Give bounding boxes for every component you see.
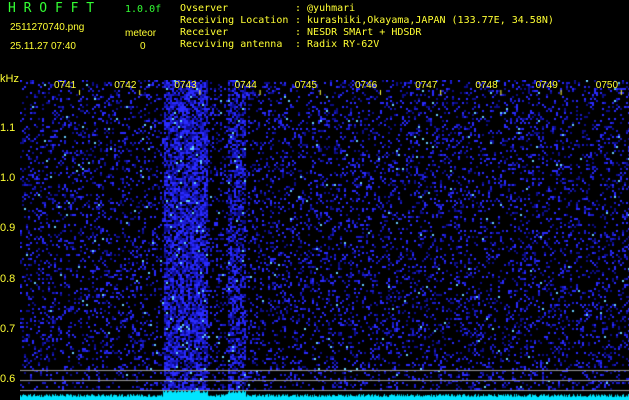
receiver-label: Receiver bbox=[180, 27, 229, 38]
y-axis-unit: kHz bbox=[0, 73, 19, 85]
y-tick-label: 0.9 bbox=[0, 222, 16, 235]
y-tick-label: 0.8 bbox=[0, 272, 16, 285]
app-title: H R O F F T bbox=[8, 1, 95, 16]
y-tick-label: 0.6 bbox=[0, 373, 16, 385]
app-version: 1.0.0f bbox=[125, 4, 162, 15]
x-tick-label: 0747 bbox=[415, 80, 438, 91]
x-tick-label: 0750 bbox=[595, 80, 619, 91]
x-tick-label: 0746 bbox=[355, 80, 378, 91]
meteor-label: meteor bbox=[125, 28, 157, 39]
capture-datetime: 25.11.27 07:40 bbox=[10, 41, 76, 52]
x-tick-label: 0743 bbox=[174, 80, 197, 91]
observer-label: Ovserver bbox=[180, 3, 229, 14]
x-tick-label: 0744 bbox=[234, 80, 257, 91]
receiver-value: : NESDR SMArt + HDSDR bbox=[295, 27, 422, 38]
meteor-count: 0 bbox=[140, 41, 146, 52]
location-label: Receiving Location bbox=[180, 15, 289, 26]
hrofft-window: H R O F F T 1.0.0f 2511270740.png 25.11.… bbox=[0, 0, 629, 400]
location-value: : kurashiki,Okayama,JAPAN (133.77E, 34.5… bbox=[295, 15, 554, 26]
file-name: 2511270740.png bbox=[10, 22, 85, 33]
x-tick-label: 0742 bbox=[114, 80, 137, 91]
y-tick-label: 1.1 bbox=[0, 122, 16, 134]
y-tick-label: 1.0 bbox=[0, 172, 16, 185]
waterfall-spectrogram bbox=[20, 80, 629, 400]
antenna-value: : Radix RY-62V bbox=[295, 39, 380, 50]
antenna-label: Recviving antenna bbox=[180, 39, 283, 50]
x-tick-label: 0741 bbox=[54, 80, 77, 91]
x-tick-label: 0749 bbox=[535, 80, 558, 91]
x-tick-label: 0745 bbox=[294, 80, 318, 91]
y-tick-label: 0.7 bbox=[0, 322, 16, 335]
x-tick-label: 0748 bbox=[475, 80, 498, 91]
observer-value: : @yuhmari bbox=[295, 3, 356, 14]
